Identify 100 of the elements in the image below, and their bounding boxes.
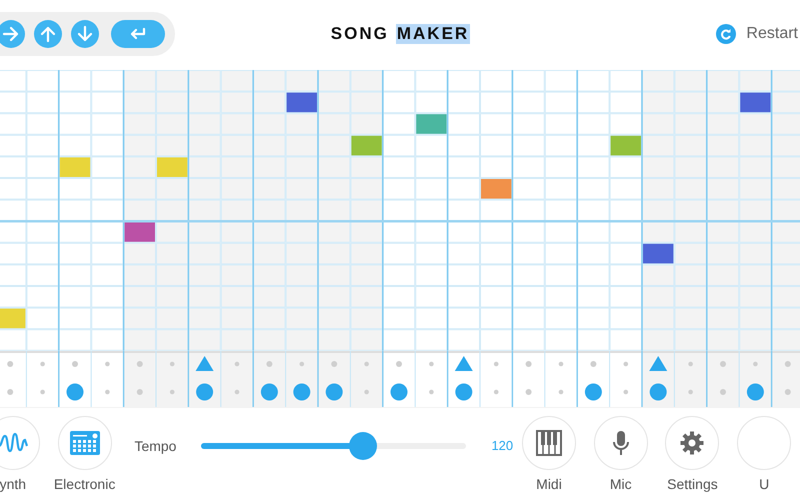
grid-cell[interactable] [642,134,674,156]
grid-cell[interactable] [512,200,545,222]
grid-cell[interactable] [26,200,59,222]
grid-cell[interactable] [188,264,221,286]
grid-cell[interactable] [448,70,480,92]
grid-cell[interactable] [772,134,800,156]
grid-cell[interactable] [674,156,707,178]
grid-cell[interactable] [448,178,480,200]
triangle-hit[interactable] [196,356,214,371]
grid-cell[interactable] [544,308,578,330]
grid-cell[interactable] [318,329,350,351]
grid-cell[interactable] [577,156,610,178]
grid-cell[interactable] [350,92,383,114]
grid-cell[interactable] [188,113,221,135]
grid-cell[interactable] [448,92,480,114]
grid-cell[interactable] [220,308,254,330]
grid-cell[interactable] [772,242,800,264]
grid-cell[interactable] [448,113,480,135]
circle-hit[interactable] [293,383,310,400]
grid-cell[interactable] [706,329,740,351]
grid-cell[interactable] [512,264,545,286]
grid-cell[interactable] [220,329,254,351]
grid-cell[interactable] [253,134,286,156]
grid-cell[interactable] [642,70,674,92]
grid-cell[interactable] [286,178,318,200]
grid-cell[interactable] [26,242,59,264]
empty-step[interactable] [7,388,14,395]
grid-cell[interactable] [382,113,416,135]
grid-cell[interactable] [124,92,156,114]
empty-step[interactable] [170,390,174,394]
restart-button[interactable]: Restart [716,24,798,44]
grid-cell[interactable] [253,200,286,222]
grid-cell[interactable] [642,221,674,243]
grid-cell[interactable] [772,286,800,308]
grid-cell[interactable] [253,70,286,92]
grid-cell[interactable] [350,308,383,330]
grid-cell[interactable] [480,308,512,330]
grid-cell[interactable] [448,134,480,156]
grid-cell[interactable] [577,178,610,200]
grid-cell[interactable] [220,70,254,92]
empty-step[interactable] [526,360,532,367]
grid-cell[interactable] [706,286,740,308]
grid-cell[interactable] [26,264,59,286]
grid-cell[interactable] [415,134,448,156]
grid-cell[interactable] [415,200,448,222]
grid-cell[interactable] [480,286,512,308]
grid-cell[interactable] [0,134,26,156]
grid-cell[interactable] [706,308,740,330]
empty-step[interactable] [364,390,369,394]
right-button[interactable] [0,20,25,48]
grid-cell[interactable] [220,264,254,286]
grid-cell[interactable] [382,178,416,200]
grid-cell[interactable] [188,286,221,308]
grid-cell[interactable] [415,264,448,286]
grid-cell[interactable] [512,221,545,243]
grid-cell[interactable] [318,70,350,92]
grid-cell[interactable] [772,178,800,200]
grid-cell[interactable] [26,178,59,200]
empty-step[interactable] [300,362,304,366]
grid-cell[interactable] [480,200,512,222]
grid-cell[interactable] [188,134,221,156]
grid-cell[interactable] [448,221,480,243]
grid-cell[interactable] [610,92,642,114]
grid-cell[interactable] [739,113,772,135]
grid-cell[interactable] [350,70,383,92]
grid-cell[interactable] [58,308,92,330]
grid-cell[interactable] [674,92,707,114]
grid-cell[interactable] [739,308,772,330]
empty-step[interactable] [105,362,110,366]
grid-cell[interactable] [739,264,772,286]
grid-cell[interactable] [610,70,642,92]
grid-cell[interactable] [544,70,578,92]
grid-cell[interactable] [415,221,448,243]
grid-cell[interactable] [0,221,26,243]
grid-cell[interactable] [350,242,383,264]
grid-cell[interactable] [772,156,800,178]
empty-step[interactable] [429,362,434,366]
grid-cell[interactable] [739,156,772,178]
grid-cell[interactable] [739,221,772,243]
grid-cell[interactable] [156,92,188,114]
grid-cell[interactable] [480,156,512,178]
grid-cell[interactable] [544,200,578,222]
grid-cell[interactable] [706,70,740,92]
grid-cell[interactable] [512,113,545,135]
grid-cell[interactable] [91,200,124,222]
grid-cell[interactable] [91,178,124,200]
empty-step[interactable] [234,362,240,366]
grid-cell[interactable] [286,134,318,156]
note[interactable] [610,134,642,156]
circle-hit[interactable] [584,383,602,400]
grid-cell[interactable] [188,70,221,92]
grid-cell[interactable] [156,286,188,308]
grid-cell[interactable] [642,178,674,200]
grid-cell[interactable] [642,308,674,330]
grid-cell[interactable] [91,264,124,286]
grid-cell[interactable] [382,92,416,114]
grid-cell[interactable] [610,200,642,222]
grid-cell[interactable] [318,264,350,286]
grid-cell[interactable] [318,221,350,243]
grid-cell[interactable] [58,113,92,135]
